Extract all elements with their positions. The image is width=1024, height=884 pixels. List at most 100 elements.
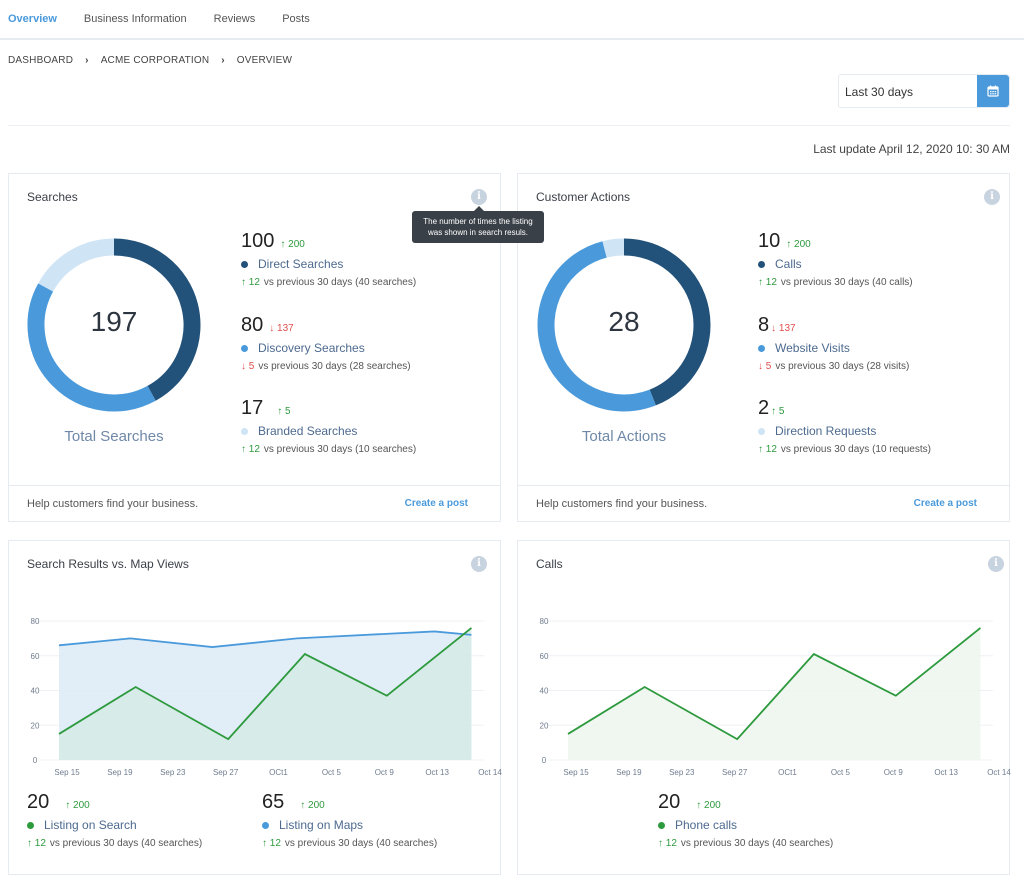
chevron-right-icon: › (221, 55, 225, 66)
footer-text: Help customers find your business. (536, 497, 708, 510)
comparison-text: vs previous 30 days (40 searches) (263, 277, 417, 288)
info-icon[interactable]: i (471, 189, 487, 205)
calendar-button[interactable] (977, 75, 1009, 107)
metric-direct-searches: 100 ↑ 200 Direct Searches ↑ 12 vs previous… (241, 230, 416, 288)
card-footer: Help customers find your business. Creat… (518, 485, 1009, 521)
metric-delta: ↑ 5 (771, 406, 785, 417)
metric-name: Calls (775, 257, 802, 271)
date-range-value[interactable]: Last 30 days (839, 75, 977, 107)
metric-delta: ↑ 200 (65, 800, 90, 811)
y-tick-label: 0 (33, 756, 38, 765)
area-phone-calls (568, 627, 981, 760)
x-tick-label: Oct 5 (322, 768, 342, 777)
metric-value: 2 (758, 397, 770, 419)
legend-dot (262, 821, 269, 829)
comparison-text: vs previous 30 days (28 visits) (775, 361, 910, 372)
metric-name: Direction Requests (775, 424, 877, 438)
x-tick-label: Oct 9 (375, 768, 395, 777)
card-title: Calls (536, 557, 563, 571)
customer-actions-card: Customer Actions i 28 Total Actions 10 ↑ … (517, 173, 1010, 522)
top-nav: Overview Business Information Reviews Po… (0, 0, 1024, 40)
comparison-delta: ↓ 5 (758, 361, 772, 372)
breadcrumb: DASHBOARD › ACME CORPORATION › OVERVIEW (8, 55, 292, 66)
x-tick-label: Sep 23 (669, 768, 695, 777)
metric-value: 80 (241, 314, 264, 336)
x-tick-label: Oct 14 (987, 768, 1011, 777)
info-icon[interactable]: i (471, 556, 487, 572)
actions-donut: 28 (537, 238, 711, 412)
tab-business-information[interactable]: Business Information (84, 13, 187, 25)
calendar-icon (987, 85, 999, 97)
create-post-link[interactable]: Create a post (914, 498, 977, 509)
metric-value: 20 (27, 791, 50, 813)
metric-delta: ↑ 200 (696, 800, 721, 811)
y-tick-label: 60 (540, 652, 549, 661)
chevron-right-icon: › (85, 55, 89, 66)
x-tick-label: Oct 14 (478, 768, 502, 777)
legend-dot (758, 260, 765, 268)
y-tick-label: 40 (540, 687, 549, 696)
comparison-delta: ↑ 12 (262, 838, 281, 849)
date-range-picker[interactable]: Last 30 days (838, 74, 1010, 108)
x-tick-label: Sep 23 (160, 768, 186, 777)
tab-reviews[interactable]: Reviews (214, 13, 256, 25)
x-tick-label: Sep 15 (563, 768, 589, 777)
metric-direction-requests: 2 ↑ 5 Direction Requests ↑ 12 vs previous … (758, 397, 931, 455)
breadcrumb-overview: OVERVIEW (236, 55, 293, 66)
comparison-delta: ↑ 12 (241, 444, 260, 455)
y-tick-label: 20 (540, 721, 549, 730)
searches-donut: 197 (27, 238, 201, 412)
legend-dot (658, 821, 665, 829)
metric-delta: ↓ 137 (771, 323, 796, 334)
metric-value: 8 (758, 314, 770, 336)
info-icon[interactable]: i (984, 189, 1000, 205)
metric-delta: ↑ 200 (300, 800, 325, 811)
card-footer: Help customers find your business. Creat… (9, 485, 500, 521)
tab-posts[interactable]: Posts (282, 13, 310, 25)
metric-delta: ↑ 5 (277, 406, 291, 417)
breadcrumb-dashboard[interactable]: DASHBOARD (8, 55, 73, 66)
donut-total: 28 (608, 306, 640, 337)
comparison-text: vs previous 30 days (10 searches) (263, 444, 417, 455)
card-title: Searches (27, 190, 78, 204)
metric-branded-searches: 17 ↑ 5 Branded Searches ↑ 12 vs previous 3… (241, 397, 416, 455)
info-tooltip: The number of times the listing was show… (412, 206, 544, 243)
legend-dot (758, 344, 765, 352)
metric-name: Branded Searches (258, 424, 358, 438)
metric-delta: ↓ 137 (269, 323, 294, 334)
legend-dot (241, 344, 248, 352)
y-tick-label: 60 (31, 652, 40, 661)
metric-name: Listing on Search (44, 818, 137, 832)
divider (8, 125, 1010, 126)
create-post-link[interactable]: Create a post (405, 498, 468, 509)
metric-listing-on-maps: 65 ↑ 200 Listing on Maps ↑ 12 vs previous … (262, 791, 437, 849)
comparison-delta: ↑ 12 (758, 444, 777, 455)
metric-value: 17 (241, 397, 264, 419)
breadcrumb-acme-corporation[interactable]: ACME CORPORATION (101, 55, 210, 66)
metric-name: Discovery Searches (258, 341, 365, 355)
metric-name: Website Visits (775, 341, 850, 355)
y-tick-label: 80 (540, 617, 549, 626)
legend-dot (27, 821, 34, 829)
tab-overview[interactable]: Overview (8, 13, 57, 25)
card-title: Search Results vs. Map Views (27, 557, 189, 571)
comparison-delta: ↑ 12 (658, 838, 677, 849)
donut-slice-branded-searches (38, 238, 115, 292)
donut-total: 197 (90, 306, 138, 337)
metric-calls: 10 ↑ 200 Calls ↑ 12 vs previous 30 days (4… (758, 230, 913, 288)
x-tick-label: Sep 19 (107, 768, 133, 777)
legend-dot (758, 427, 765, 435)
comparison-text: vs previous 30 days (40 calls) (780, 277, 913, 288)
comparison-text: vs previous 30 days (40 searches) (680, 838, 834, 849)
info-icon[interactable]: i (988, 556, 1004, 572)
metric-discovery-searches: 80 ↓ 137 Discovery Searches ↓ 5 vs previou… (241, 314, 411, 372)
last-update: Last update April 12, 2020 10: 30 AM (813, 142, 1010, 156)
y-tick-label: 40 (31, 687, 40, 696)
x-tick-label: Sep 27 (213, 768, 239, 777)
x-tick-label: Sep 15 (54, 768, 80, 777)
legend-dot (241, 427, 248, 435)
y-tick-label: 0 (542, 756, 547, 765)
calls-card: Calls i 0 20 40 60 80 Sep 15 Sep 19 Sep 23 Sep 2… (517, 540, 1011, 875)
legend-dot (241, 260, 248, 268)
y-tick-label: 20 (31, 721, 40, 730)
